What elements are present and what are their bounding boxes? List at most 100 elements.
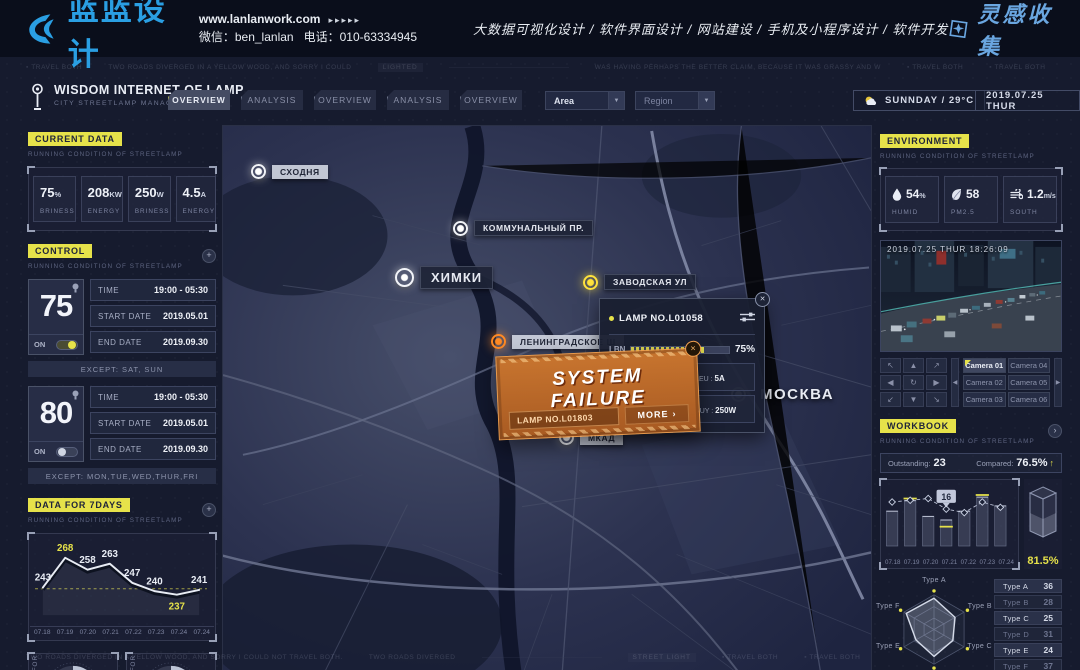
map-pin-zavodskaya[interactable]: ЗАВОДСКАЯ УЛ: [583, 274, 696, 290]
pan-right-button[interactable]: ▶: [926, 375, 947, 390]
end-date-row-2[interactable]: END DATE2019.09.30: [90, 438, 216, 460]
map-pin-skhodnya[interactable]: СХОДНЯ: [251, 164, 328, 179]
tab-analysis-1[interactable]: ANALYSIS: [241, 90, 303, 110]
inspiration-collect[interactable]: 灵感收集: [948, 0, 1058, 61]
current-data-panel: CURRENT DATA RUNNING CONDITION OF STREET…: [28, 129, 216, 231]
tab-overview-2[interactable]: OVERVIEW: [314, 90, 376, 110]
popup-close-icon[interactable]: ✕: [755, 292, 770, 307]
camera-feed[interactable]: 2019.07.25 THUR 18:26:09: [880, 240, 1062, 352]
map-pin-kommunalny[interactable]: КОММУНАЛЬНЫЙ ПР.: [453, 220, 593, 236]
pan-up-button[interactable]: ▲: [903, 358, 924, 373]
type-row-c[interactable]: Type C25: [994, 611, 1062, 625]
camera-controls: ↖ ▲ ↗ ◀ ↻ ▶ ↙ ▼ ↘ ◀ Camera 01 Camera 02: [880, 358, 1062, 407]
city-map[interactable]: СХОДНЯ КОММУНАЛЬНЫЙ ПР. ХИМКИ ЗАВОДСКАЯ …: [222, 125, 872, 670]
area-select[interactable]: Area ▼: [545, 91, 625, 110]
reset-view-button[interactable]: ↻: [903, 375, 924, 390]
svg-text:16: 16: [941, 492, 951, 502]
start-date-row-1[interactable]: START DATE2019.05.01: [90, 305, 216, 327]
lamp-pin-icon: [251, 164, 266, 179]
control-group-2: 80 ON TIME19:00 - 05:30 START DATE2019.0…: [28, 386, 216, 484]
lanlan-logo-icon: [26, 9, 62, 49]
map-pin-label: ХИМКИ: [420, 266, 493, 289]
pan-left-button[interactable]: ◀: [880, 375, 901, 390]
workbook-subtitle: RUNNING CONDITION OF STREETLAMP: [880, 438, 1035, 445]
camera-timestamp: 2019.07.25 THUR 18:26:09: [887, 245, 1009, 254]
pan-up-left-button[interactable]: ↖: [880, 358, 901, 373]
inspiration-label: 灵感收集: [977, 0, 1058, 61]
radar-label-a: Type A: [922, 577, 946, 584]
traffic-scene: [881, 241, 1061, 351]
tab-overview-3[interactable]: OVERVIEW: [460, 90, 522, 110]
week-line-chart: 243268258263247240237241: [30, 537, 212, 621]
lbn-value: 75%: [735, 344, 755, 355]
tab-overview-1[interactable]: OVERVIEW: [168, 90, 230, 110]
type-row-b[interactable]: Type B28: [994, 595, 1062, 609]
lamp-pin-icon: [395, 268, 414, 287]
camera-04-button[interactable]: Camera 04: [1008, 358, 1051, 373]
start-date-row-2[interactable]: START DATE2019.05.01: [90, 412, 216, 434]
week-x-label: 07.18: [34, 629, 51, 636]
weather-icon: [864, 95, 879, 107]
pan-up-right-button[interactable]: ↗: [926, 358, 947, 373]
camera-02-button[interactable]: Camera 02: [963, 375, 1006, 390]
lamp-pin-icon: [491, 334, 506, 349]
streetlamp-icon: [30, 83, 45, 113]
tab-analysis-2[interactable]: ANALYSIS: [387, 90, 449, 110]
end-date-row-1[interactable]: END DATE2019.09.30: [90, 331, 216, 353]
arrow-up-icon: ↑: [1050, 458, 1055, 468]
time-row-2[interactable]: TIME19:00 - 05:30: [90, 386, 216, 408]
decor-strip-top: TRAVEL BOTH TWO ROADS DIVERGED IN A YELL…: [26, 63, 1054, 72]
environment-cells: 54% HUMID 58 PM2.5 1.2: [880, 168, 1062, 231]
type-row-a[interactable]: Type A36: [994, 579, 1062, 593]
weather-box: SUNNDAY / 29°C: [853, 90, 985, 111]
pm25-cell: 58 PM2.5: [944, 176, 998, 223]
camera-list: Camera 01 Camera 02 Camera 03 Camera 04 …: [963, 358, 1050, 407]
humidity-cell: 54% HUMID: [885, 176, 939, 223]
decor-strip-bottom: TWO ROADS DIVERGED IN A YELLOW WOOD, AND…: [26, 653, 1054, 662]
brightness-box-1: 75 ON: [28, 279, 84, 355]
camera-next-button[interactable]: ▶: [1054, 358, 1062, 407]
wind-cell: 1.2m/s SOUTH: [1003, 176, 1057, 223]
camera-01-button[interactable]: Camera 01: [963, 358, 1006, 373]
lamp-pin-icon: [453, 221, 468, 236]
svg-text:243: 243: [35, 573, 52, 584]
current-data-title: CURRENT DATA: [28, 132, 122, 146]
toggle-1[interactable]: [56, 340, 78, 350]
top-banner: 蓝蓝设计 www.lanlanwork.com▸▸▸▸▸ 微信：ben_lanl…: [0, 0, 1080, 57]
workbook-x-label: 07.24: [998, 559, 1013, 566]
control-panel: CONTROL RUNNING CONDITION OF STREETLAMP …: [28, 241, 216, 484]
map-pin-khimki[interactable]: ХИМКИ: [395, 266, 493, 289]
svg-text:241: 241: [191, 575, 208, 586]
logo-text: 蓝蓝设计: [68, 0, 175, 74]
svg-text:263: 263: [102, 549, 119, 560]
banner-url[interactable]: www.lanlanwork.com: [199, 12, 321, 26]
control-subtitle: RUNNING CONDITION OF STREETLAMP: [28, 263, 183, 270]
stat-energy-kw: 208KW ENERGY: [81, 176, 123, 222]
time-row-1[interactable]: TIME19:00 - 05:30: [90, 279, 216, 301]
week-add-button[interactable]: +: [202, 503, 216, 517]
week-subtitle: RUNNING CONDITION OF STREETLAMP: [28, 517, 183, 524]
pan-down-left-button[interactable]: ↙: [880, 392, 901, 407]
pan-down-button[interactable]: ▼: [903, 392, 924, 407]
control-add-button[interactable]: +: [202, 249, 216, 263]
toggle-2[interactable]: [56, 447, 78, 457]
region-select[interactable]: Region ▼: [635, 91, 715, 110]
sliders-icon[interactable]: [740, 309, 755, 327]
map-pin-label: СХОДНЯ: [272, 165, 328, 179]
alert-more-button[interactable]: MORE›: [625, 404, 690, 425]
type-row-d[interactable]: Type D31: [994, 627, 1062, 641]
week-x-label: 07.21: [102, 629, 119, 636]
workbook-x-axis: 07.1807.1907.2007.2107.2207.2307.24: [882, 557, 1017, 568]
camera-05-button[interactable]: Camera 05: [1008, 375, 1051, 390]
control-group-1: 75 ON TIME19:00 - 05:30 START DATE2019.0…: [28, 279, 216, 377]
week-x-axis: 07.1807.1907.2007.2107.2207.2307.2407.24: [30, 626, 214, 639]
lanlan-logo[interactable]: 蓝蓝设计: [26, 0, 175, 74]
right-column: ENVIRONMENT RUNNING CONDITION OF STREETL…: [880, 125, 1062, 670]
workbook-more-button[interactable]: ›: [1048, 424, 1062, 438]
camera-06-button[interactable]: Camera 06: [1008, 392, 1051, 407]
camera-prev-button[interactable]: ◀: [951, 358, 959, 407]
camera-03-button[interactable]: Camera 03: [963, 392, 1006, 407]
control-title: CONTROL: [28, 244, 92, 258]
environment-subtitle: RUNNING CONDITION OF STREETLAMP: [880, 153, 1062, 160]
pan-down-right-button[interactable]: ↘: [926, 392, 947, 407]
